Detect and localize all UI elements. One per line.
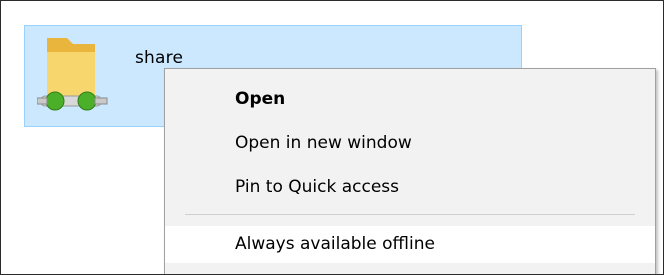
network-shared-folder-icon [37,38,108,111]
menu-item-open-in-new-window[interactable]: Open in new window [165,125,655,162]
menu-item-pin-to-quick-access[interactable]: Pin to Quick access [165,169,655,206]
explorer-view: share Open Open in new window Pin to Qui… [0,0,664,275]
folder-name-label: share [135,48,184,68]
menu-separator [185,214,635,215]
context-menu: Open Open in new window Pin to Quick acc… [164,68,656,274]
menu-item-always-available-offline[interactable]: Always available offline [165,226,655,263]
menu-item-open[interactable]: Open [165,81,655,118]
